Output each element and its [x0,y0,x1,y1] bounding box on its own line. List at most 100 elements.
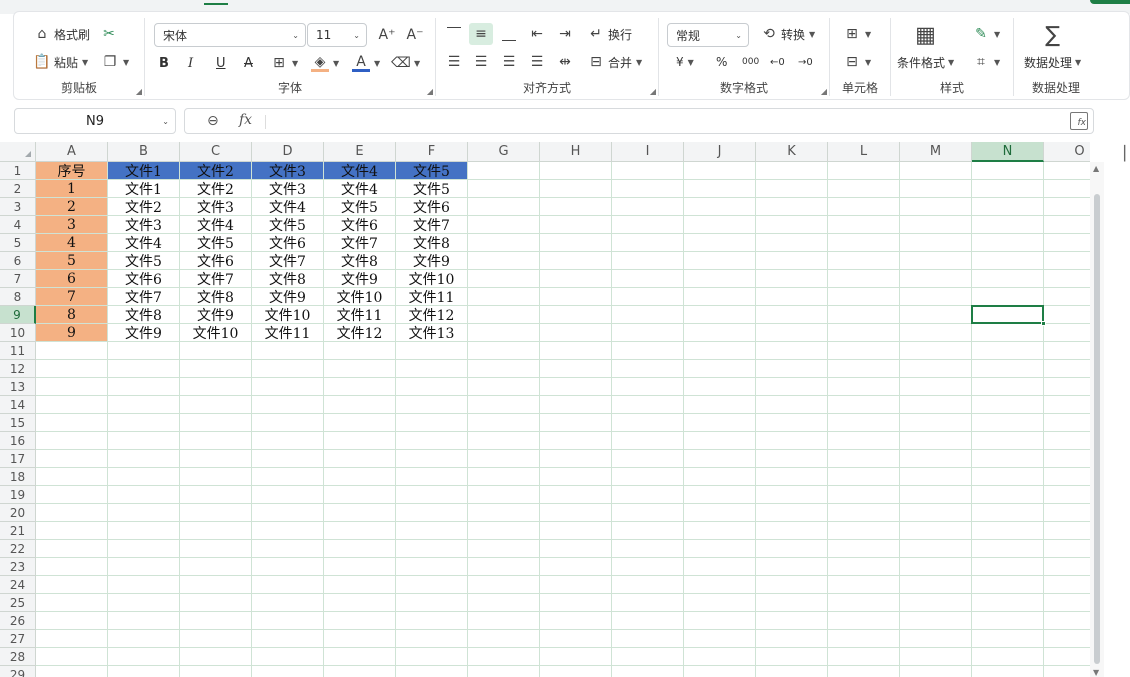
cell-k6[interactable] [756,252,828,270]
cell-e12[interactable] [324,360,396,378]
cell-l21[interactable] [828,522,900,540]
cell-c8[interactable]: 文件8 [180,288,252,306]
sidebar-tool-icon[interactable]: ▏ [1124,146,1130,162]
cell-k3[interactable] [756,198,828,216]
cell-d24[interactable] [252,576,324,594]
cell-d1[interactable]: 文件3 [252,162,324,180]
cell-j12[interactable] [684,360,756,378]
cell-n13[interactable] [972,378,1044,396]
distribute-button[interactable]: ⇹ [553,51,577,73]
cell-n21[interactable] [972,522,1044,540]
cell-k18[interactable] [756,468,828,486]
cell-l2[interactable] [828,180,900,198]
cell-g15[interactable] [468,414,540,432]
cell-c29[interactable] [180,666,252,677]
cell-c2[interactable]: 文件2 [180,180,252,198]
cell-i5[interactable] [612,234,684,252]
cell-a15[interactable] [36,414,108,432]
cell-h26[interactable] [540,612,612,630]
cell-h10[interactable] [540,324,612,342]
cell-f2[interactable]: 文件5 [396,180,468,198]
row-header-21[interactable]: 21 [0,522,36,540]
bold-button[interactable]: B [156,52,172,74]
scroll-down-icon[interactable]: ▼ [1093,668,1099,677]
cell-e17[interactable] [324,450,396,468]
row-header-7[interactable]: 7 [0,270,36,288]
cell-o8[interactable] [1044,288,1090,306]
cell-l22[interactable] [828,540,900,558]
cell-a20[interactable] [36,504,108,522]
cell-j11[interactable] [684,342,756,360]
cell-d22[interactable] [252,540,324,558]
cell-n19[interactable] [972,486,1044,504]
cell-h2[interactable] [540,180,612,198]
cell-d29[interactable] [252,666,324,677]
cell-a26[interactable] [36,612,108,630]
row-header-5[interactable]: 5 [0,234,36,252]
cell-k23[interactable] [756,558,828,576]
cell-b21[interactable] [108,522,180,540]
cell-b14[interactable] [108,396,180,414]
cell-d21[interactable] [252,522,324,540]
cell-f12[interactable] [396,360,468,378]
increase-font-button[interactable]: A⁺ [375,24,399,46]
cell-i2[interactable] [612,180,684,198]
cell-m20[interactable] [900,504,972,522]
cell-g17[interactable] [468,450,540,468]
cell-f7[interactable]: 文件10 [396,270,468,288]
cell-k24[interactable] [756,576,828,594]
clear-format-button[interactable]: ⌫ ▼ [389,52,423,74]
cell-i21[interactable] [612,522,684,540]
cell-o21[interactable] [1044,522,1090,540]
cell-g18[interactable] [468,468,540,486]
cell-h5[interactable] [540,234,612,252]
cell-a28[interactable] [36,648,108,666]
cell-a23[interactable] [36,558,108,576]
cell-k10[interactable] [756,324,828,342]
cell-f13[interactable] [396,378,468,396]
cell-g11[interactable] [468,342,540,360]
cell-i26[interactable] [612,612,684,630]
scroll-thumb[interactable] [1094,194,1100,664]
cell-b16[interactable] [108,432,180,450]
cell-f22[interactable] [396,540,468,558]
cell-i11[interactable] [612,342,684,360]
cell-a11[interactable] [36,342,108,360]
column-header-m[interactable]: M [900,142,972,162]
cell-j3[interactable] [684,198,756,216]
cell-d17[interactable] [252,450,324,468]
row-header-22[interactable]: 22 [0,540,36,558]
cell-c12[interactable] [180,360,252,378]
cell-g2[interactable] [468,180,540,198]
cell-n14[interactable] [972,396,1044,414]
cell-e26[interactable] [324,612,396,630]
cell-e29[interactable] [324,666,396,677]
cell-n9[interactable] [972,306,1044,324]
cell-c1[interactable]: 文件2 [180,162,252,180]
cell-h8[interactable] [540,288,612,306]
cell-f14[interactable] [396,396,468,414]
cell-i4[interactable] [612,216,684,234]
percent-button[interactable]: % [713,51,730,73]
cell-l12[interactable] [828,360,900,378]
cell-j28[interactable] [684,648,756,666]
cell-k7[interactable] [756,270,828,288]
cell-e7[interactable]: 文件9 [324,270,396,288]
cell-b2[interactable]: 文件1 [108,180,180,198]
cell-k17[interactable] [756,450,828,468]
row-header-28[interactable]: 28 [0,648,36,666]
align-middle-button[interactable]: ≡ [469,23,493,45]
cell-b6[interactable]: 文件5 [108,252,180,270]
row-header-18[interactable]: 18 [0,468,36,486]
dialog-launcher-icon[interactable]: ◢ [650,87,656,96]
column-header-i[interactable]: I [612,142,684,162]
cell-g26[interactable] [468,612,540,630]
cell-m9[interactable] [900,306,972,324]
cell-f16[interactable] [396,432,468,450]
cell-a19[interactable] [36,486,108,504]
cell-o3[interactable] [1044,198,1090,216]
increase-decimal-button[interactable]: ←0 [767,51,788,73]
cell-m27[interactable] [900,630,972,648]
cell-c27[interactable] [180,630,252,648]
cell-f17[interactable] [396,450,468,468]
